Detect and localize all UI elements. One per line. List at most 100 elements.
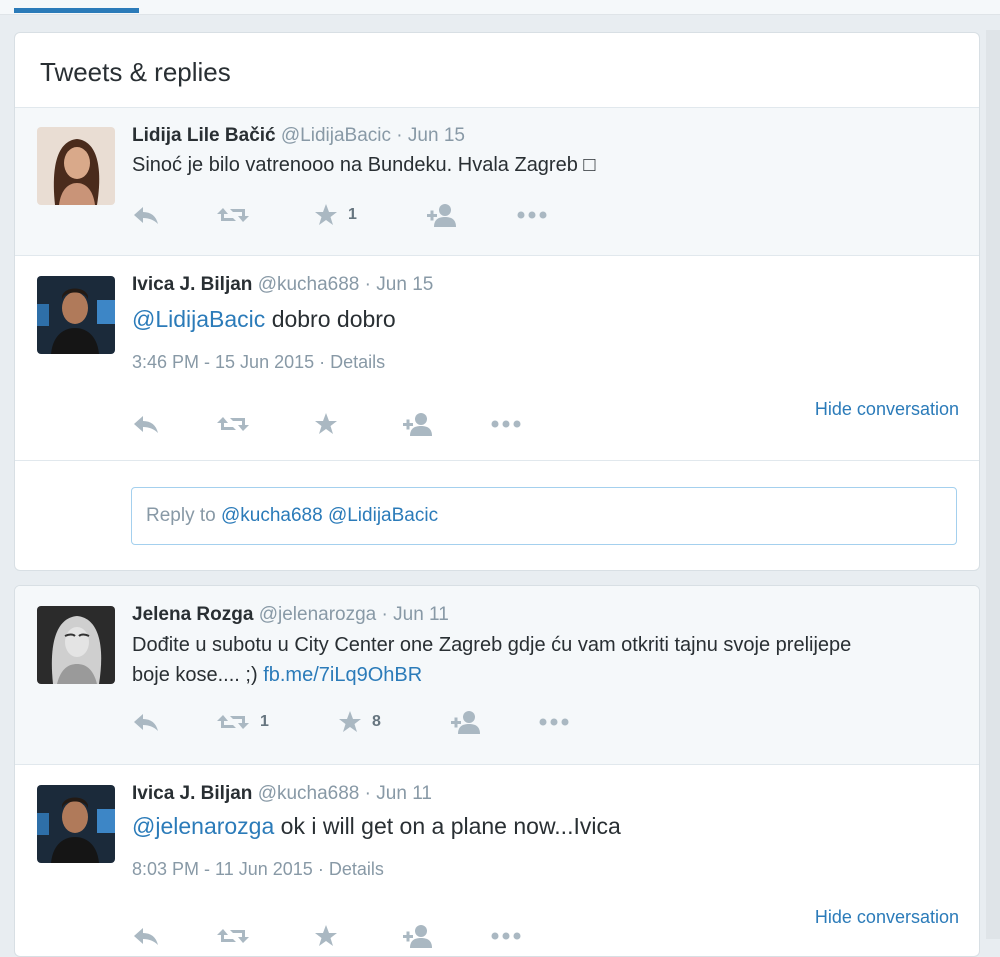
tweet[interactable]: Ivica J. Biljan @kucha688 · Jun 11 @jele…	[15, 765, 979, 957]
retweet-button[interactable]	[216, 921, 250, 951]
reply-button[interactable]	[132, 707, 160, 737]
hide-conversation-link[interactable]: Hide conversation	[815, 399, 959, 420]
tweet-timestamp-row: 8:03 PM - 11 Jun 2015 · Details	[132, 859, 959, 880]
tweet-timestamp-row: 3:46 PM - 15 Jun 2015 · Details	[132, 352, 959, 373]
author-handle[interactable]: @jelenarozga	[259, 604, 377, 625]
separator-dot: ·	[381, 604, 388, 625]
more-icon	[516, 210, 548, 220]
author-name[interactable]: Jelena Rozga	[132, 604, 253, 625]
favorite-count: 8	[372, 713, 381, 730]
reply-icon	[132, 204, 160, 226]
separator-dot: ·	[319, 352, 326, 372]
reply-prefix: Reply to	[146, 505, 216, 526]
avatar[interactable]	[37, 127, 115, 205]
separator-dot: ·	[364, 783, 371, 804]
star-icon	[314, 924, 338, 948]
tweet-header: Lidija Lile Bačić @LidijaBacic · Jun 15	[132, 125, 959, 147]
more-icon	[490, 419, 522, 429]
tweet-content: Ivica J. Biljan @kucha688 · Jun 11 @jele…	[132, 783, 959, 880]
card-header: Tweets & replies	[15, 33, 979, 108]
tweet-date[interactable]: Jun 15	[376, 274, 433, 295]
favorite-count: 1	[348, 206, 357, 223]
more-icon	[490, 931, 522, 941]
avatar[interactable]	[37, 785, 115, 863]
tweet-link[interactable]: fb.me/7iLq9OhBR	[263, 664, 422, 686]
author-handle[interactable]: @LidijaBacic	[281, 125, 391, 146]
retweet-count: 1	[260, 713, 269, 730]
author-handle[interactable]: @kucha688	[258, 274, 360, 295]
tweet-date[interactable]: Jun 11	[376, 783, 432, 804]
favorite-button[interactable]: 8	[338, 707, 381, 737]
reply-button[interactable]	[132, 200, 160, 230]
active-tab-indicator	[14, 8, 139, 13]
more-button[interactable]	[490, 921, 522, 951]
tweet-body: Dođite u subotu u City Center one Zagreb…	[132, 634, 852, 686]
reply-placeholder: Reply to @kucha688 @LidijaBacic	[146, 505, 438, 527]
reply-icon	[132, 711, 160, 733]
retweet-button[interactable]	[216, 200, 250, 230]
tweet-body: dobro dobro	[271, 306, 396, 332]
tweet-text: Dođite u subotu u City Center one Zagreb…	[132, 630, 892, 690]
tweets-card: Jelena Rozga @jelenarozga · Jun 11 Dođit…	[14, 585, 980, 957]
tweet[interactable]: Lidija Lile Bačić @LidijaBacic · Jun 15 …	[15, 108, 979, 256]
tweet-text: Sinoć je bilo vatrenooo na Bundeku. Hval…	[132, 154, 596, 176]
favorite-button[interactable]: 1	[314, 200, 357, 230]
star-icon	[338, 710, 362, 734]
tweets-card: Tweets & replies Lidija Lile Bačić @Lidi…	[14, 32, 980, 571]
mention-link[interactable]: @jelenarozga	[132, 813, 274, 839]
tweet-content: Ivica J. Biljan @kucha688 · Jun 15 @Lidi…	[132, 274, 959, 373]
follow-icon	[402, 412, 434, 436]
retweet-icon	[216, 711, 250, 733]
tweet-text: @LidijaBacic dobro dobro	[132, 304, 959, 334]
tweet-date[interactable]: Jun 15	[408, 125, 465, 146]
more-button[interactable]	[516, 200, 548, 230]
follow-button[interactable]	[426, 200, 458, 230]
hide-conversation-link[interactable]: Hide conversation	[815, 907, 959, 928]
follow-button[interactable]	[402, 409, 434, 439]
author-name[interactable]: Lidija Lile Bačić	[132, 125, 276, 146]
avatar[interactable]	[37, 606, 115, 684]
follow-button[interactable]	[450, 707, 482, 737]
details-link[interactable]: Details	[329, 859, 384, 879]
more-icon	[538, 717, 570, 727]
retweet-button[interactable]: 1	[216, 707, 269, 737]
separator-dot: ·	[364, 274, 371, 295]
details-link[interactable]: Details	[330, 352, 385, 372]
reply-button[interactable]	[132, 921, 160, 951]
tweet-content: Jelena Rozga @jelenarozga · Jun 11 Dođit…	[132, 604, 959, 690]
tweet-date[interactable]: Jun 11	[393, 604, 449, 625]
more-button[interactable]	[538, 707, 570, 737]
retweet-icon	[216, 413, 250, 435]
reply-icon	[132, 413, 160, 435]
reply-input[interactable]: Reply to @kucha688 @LidijaBacic	[131, 487, 957, 545]
separator-dot: ·	[317, 859, 324, 879]
reply-mentions: @kucha688 @LidijaBacic	[220, 505, 439, 526]
tweet[interactable]: Jelena Rozga @jelenarozga · Jun 11 Dođit…	[15, 586, 979, 765]
tweet-header: Ivica J. Biljan @kucha688 · Jun 11	[132, 783, 959, 805]
reply-button[interactable]	[132, 409, 160, 439]
scrollbar[interactable]	[986, 30, 1000, 939]
retweet-button[interactable]	[216, 409, 250, 439]
author-name[interactable]: Ivica J. Biljan	[132, 783, 252, 804]
follow-icon	[402, 924, 434, 948]
tweet-content: Lidija Lile Bačić @LidijaBacic · Jun 15 …	[132, 125, 959, 180]
tweet-timestamp[interactable]: 3:46 PM - 15 Jun 2015	[132, 352, 314, 372]
mention-link[interactable]: @LidijaBacic	[132, 306, 265, 332]
follow-button[interactable]	[402, 921, 434, 951]
more-button[interactable]	[490, 409, 522, 439]
retweet-icon	[216, 925, 250, 947]
tweet-timestamp[interactable]: 8:03 PM - 11 Jun 2015	[132, 859, 313, 879]
avatar[interactable]	[37, 276, 115, 354]
favorite-button[interactable]	[314, 409, 338, 439]
follow-icon	[450, 710, 482, 734]
author-name[interactable]: Ivica J. Biljan	[132, 274, 252, 295]
tweet[interactable]: Ivica J. Biljan @kucha688 · Jun 15 @Lidi…	[15, 256, 979, 461]
reply-icon	[132, 925, 160, 947]
author-handle[interactable]: @kucha688	[258, 783, 360, 804]
retweet-icon	[216, 204, 250, 226]
star-icon	[314, 203, 338, 227]
follow-icon	[426, 203, 458, 227]
favorite-button[interactable]	[314, 921, 338, 951]
tweet-header: Jelena Rozga @jelenarozga · Jun 11	[132, 604, 959, 626]
section-title: Tweets & replies	[40, 57, 231, 87]
